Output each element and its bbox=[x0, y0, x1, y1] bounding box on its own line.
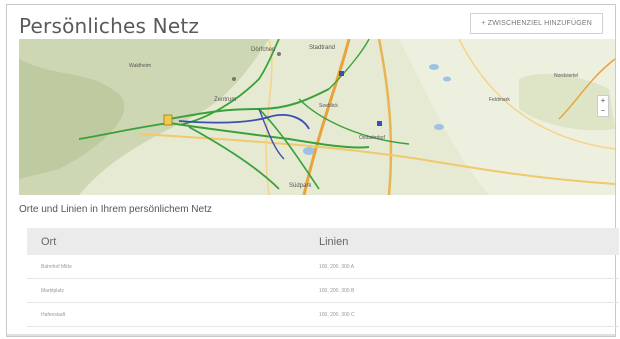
table-row[interactable]: Bahnhof Mitte 100, 200, 300 A bbox=[27, 255, 619, 279]
place-label: Waldheim bbox=[129, 63, 151, 69]
place-label: Seeblick bbox=[319, 103, 338, 109]
place-label: Südpark bbox=[289, 183, 312, 189]
lake bbox=[429, 64, 439, 70]
place-label: Stadtrand bbox=[309, 45, 335, 51]
place-label: Zentrum bbox=[214, 97, 236, 103]
lake bbox=[443, 76, 451, 82]
panel-bottom-edge bbox=[7, 334, 615, 336]
table-header: Ort Linien bbox=[27, 228, 619, 255]
cell-linien: 100, 200, 300 B bbox=[319, 287, 355, 294]
station-marker bbox=[377, 121, 382, 126]
location-marker[interactable] bbox=[163, 114, 173, 126]
place-label: Dörfchen bbox=[251, 47, 275, 53]
page-title: Persönliches Netz bbox=[19, 14, 200, 38]
cell-ort: Hafenstadt bbox=[41, 311, 66, 318]
cell-linien: 100, 200, 300 C bbox=[319, 311, 355, 318]
map-canvas[interactable]: Dörfchen Stadtrand Zentrum Seeblick Feld… bbox=[19, 39, 615, 195]
column-header-linien[interactable]: Linien bbox=[319, 236, 348, 248]
cell-ort: Bahnhof Mitte bbox=[41, 263, 72, 270]
network-map[interactable]: Dörfchen Stadtrand Zentrum Seeblick Feld… bbox=[19, 39, 615, 195]
zoom-control[interactable]: + − bbox=[597, 95, 609, 117]
cell-linien: 100, 200, 300 A bbox=[319, 263, 355, 270]
column-header-ort[interactable]: Ort bbox=[27, 236, 319, 248]
town-dot bbox=[277, 52, 281, 56]
table-row[interactable]: Marktplatz 100, 200, 300 B bbox=[27, 279, 619, 303]
lake bbox=[434, 124, 444, 130]
place-label: Ostbahnhof bbox=[359, 135, 385, 141]
place-label: Nordviertel bbox=[554, 73, 578, 79]
add-waypoint-button[interactable]: + ZWISCHENZIEL HINZUFÜGEN bbox=[470, 13, 603, 34]
network-subtitle: Orte und Linien in Ihrem persönlichem Ne… bbox=[19, 204, 212, 215]
town-dot bbox=[232, 77, 236, 81]
network-panel: Persönliches Netz + ZWISCHENZIEL HINZUFÜ… bbox=[6, 4, 619, 337]
network-table: Ort Linien Bahnhof Mitte 100, 200, 300 A… bbox=[27, 228, 619, 327]
cell-ort: Marktplatz bbox=[41, 287, 65, 294]
place-label: Feldmark bbox=[489, 97, 510, 103]
station-marker bbox=[339, 71, 344, 76]
panel-header: Persönliches Netz + ZWISCHENZIEL HINZUFÜ… bbox=[7, 5, 615, 39]
table-row[interactable]: Hafenstadt 100, 200, 300 C bbox=[27, 303, 619, 327]
